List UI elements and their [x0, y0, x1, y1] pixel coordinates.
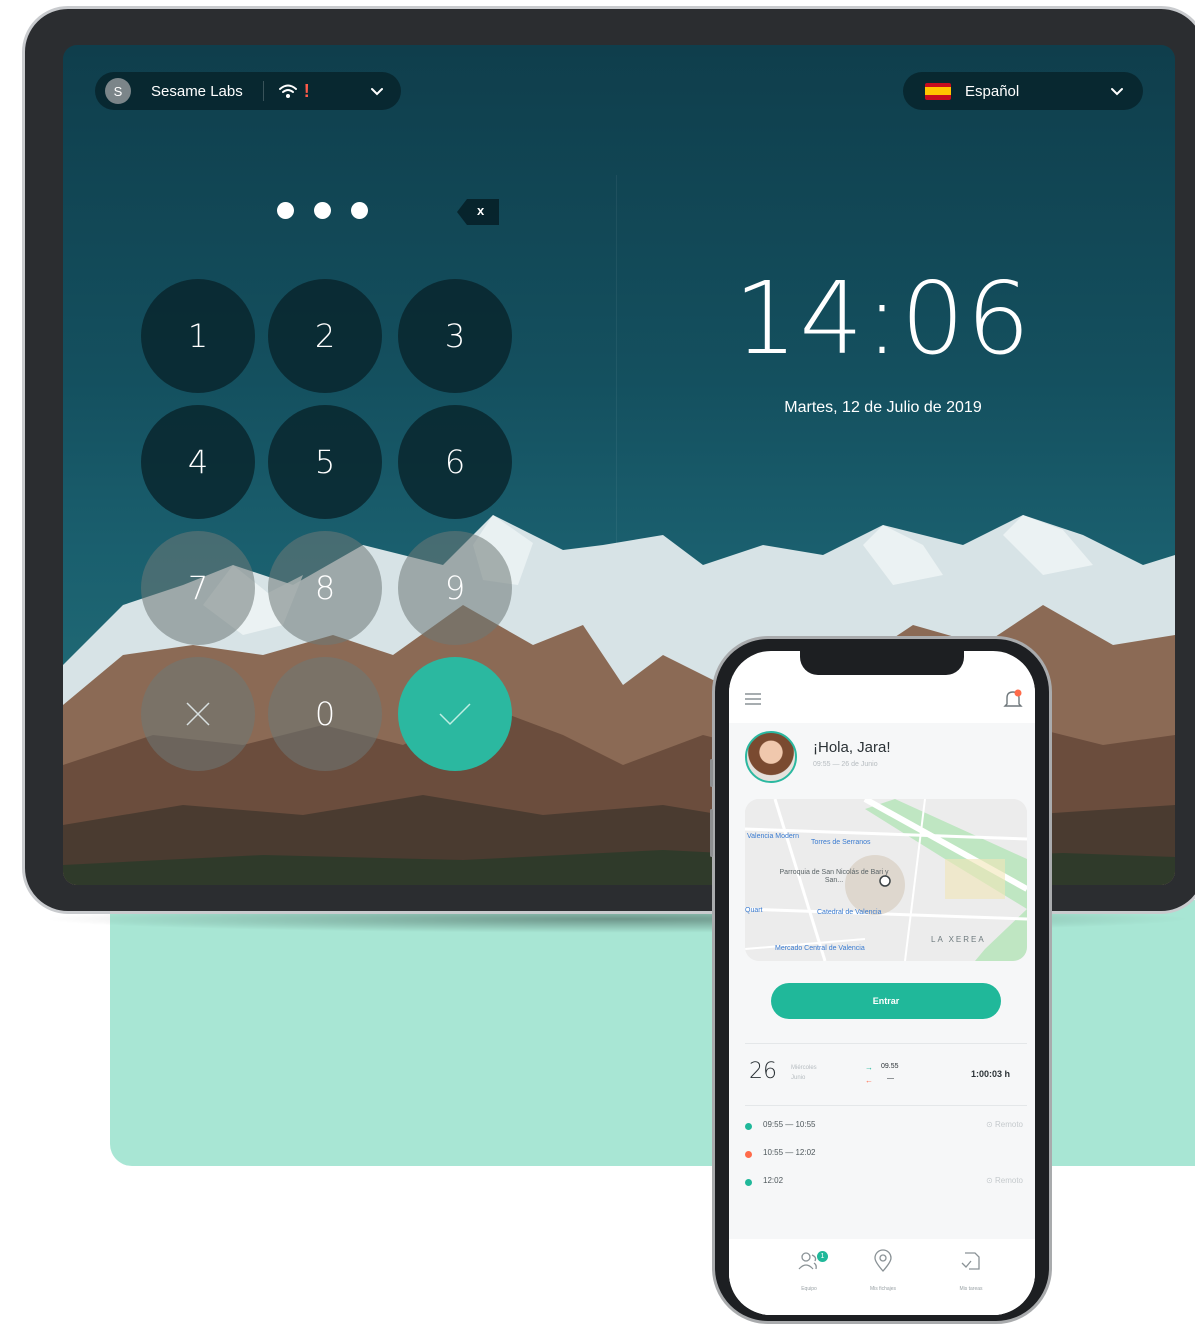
connection-warning: !: [303, 80, 310, 101]
divider: [262, 81, 264, 101]
pin-dot: [314, 202, 331, 219]
bell-icon[interactable]: [1003, 689, 1023, 711]
tab-tasks[interactable]: Mis tareas: [931, 1249, 1011, 1295]
tab-badge: 1: [817, 1251, 828, 1262]
tab-label: Mis fichajes: [869, 1286, 897, 1292]
map-label: Mercado Central de Valencia: [775, 945, 865, 952]
screen-divider: [616, 175, 617, 545]
bottom-tab-bar: 1 Equipo Mis fichajes Mis tareas: [729, 1239, 1035, 1315]
chevron-down-icon: [371, 88, 383, 96]
tab-label: Equipo: [801, 1286, 817, 1292]
pin-indicator: [277, 202, 368, 219]
tasks-icon: [961, 1252, 980, 1270]
keypad-key-9[interactable]: 9: [398, 531, 512, 645]
greeting-row: ¡Hola, Jara! 09:55 — 26 de Junio: [743, 731, 1023, 789]
keypad-key-3[interactable]: 3: [398, 279, 512, 393]
map-label: Parroquia de San Nicolás de Bari y San..…: [779, 869, 889, 884]
status-dot: [745, 1123, 752, 1130]
phone-device: ¡Hola, Jara! 09:55 — 26 de Junio Torres …: [710, 636, 1052, 1324]
keypad-key-8[interactable]: 8: [268, 531, 382, 645]
organization-avatar: S: [105, 78, 131, 104]
day-label: Miércoles Junio: [791, 1063, 817, 1083]
check-icon: [439, 703, 471, 726]
list-item[interactable]: 10:55 — 12:02: [745, 1147, 1027, 1163]
language-selector[interactable]: Español: [903, 72, 1143, 110]
marketing-mockup: S Sesame Labs ! Español x 1 2 3 4 5 6 7 …: [0, 0, 1195, 1324]
location-map[interactable]: Torres de Serranos Parroquia de San Nico…: [745, 799, 1027, 961]
check-out-time: —: [887, 1075, 894, 1082]
phone-screen: ¡Hola, Jara! 09:55 — 26 de Junio Torres …: [729, 651, 1035, 1315]
phone-side-button: [710, 759, 713, 787]
divider: [745, 1105, 1027, 1106]
map-label: LA XEREA: [931, 935, 986, 944]
keypad-key-4[interactable]: 4: [141, 405, 255, 519]
arrow-right-icon: →: [865, 1063, 873, 1072]
app-header: [729, 675, 1035, 723]
map-label: Torres de Serranos: [811, 839, 871, 846]
pin-dot: [277, 202, 294, 219]
clock-time: 14:06: [733, 260, 1033, 377]
keypad-key-2[interactable]: 2: [268, 279, 382, 393]
worked-total: 1:00:03 h: [971, 1069, 1011, 1079]
organization-name: Sesame Labs: [151, 82, 243, 100]
spain-flag-icon: [925, 82, 951, 100]
divider: [745, 1043, 1027, 1044]
language-label: Español: [965, 82, 1020, 100]
user-avatar[interactable]: [745, 731, 797, 783]
keypad-key-6[interactable]: 6: [398, 405, 512, 519]
month-name: Junio: [791, 1075, 806, 1081]
phone-side-button: [710, 809, 713, 857]
backspace-button[interactable]: x: [457, 197, 501, 227]
arrow-left-icon: ←: [865, 1076, 873, 1085]
check-in-time: 09.55: [881, 1063, 899, 1070]
entry-time: 12:02: [763, 1176, 784, 1185]
list-item[interactable]: 09:55 — 10:55 ⊙ Remoto: [745, 1119, 1027, 1135]
keypad-confirm-button[interactable]: [398, 657, 512, 771]
location-pin-icon: [874, 1249, 892, 1272]
greeting-subtitle: 09:55 — 26 de Junio: [813, 761, 878, 768]
backspace-label: x: [477, 203, 485, 218]
keypad-key-0[interactable]: 0: [268, 657, 382, 771]
pin-dot: [351, 202, 368, 219]
day-name: Miércoles: [791, 1065, 817, 1071]
close-icon: [186, 702, 210, 726]
wifi-icon: [278, 84, 297, 98]
list-item[interactable]: 12:02 ⊙ Remoto: [745, 1175, 1027, 1191]
map-label: Catedral de Valencia: [817, 909, 882, 916]
status-dot: [745, 1179, 752, 1186]
entry-time: 10:55 — 12:02: [763, 1148, 816, 1157]
entry-time: 09:55 — 10:55: [763, 1120, 816, 1129]
tab-checkins[interactable]: Mis fichajes: [843, 1249, 923, 1295]
map-label: Quart: [745, 907, 763, 914]
keypad-key-1[interactable]: 1: [141, 279, 255, 393]
hamburger-icon[interactable]: [745, 693, 761, 705]
tab-team[interactable]: 1 Equipo: [769, 1249, 849, 1295]
keypad-clear-button[interactable]: [141, 657, 255, 771]
organization-selector[interactable]: S Sesame Labs !: [95, 72, 401, 110]
keypad-key-7[interactable]: 7: [141, 531, 255, 645]
chevron-down-icon: [1111, 88, 1123, 96]
day-number: 26: [749, 1059, 777, 1084]
clock-date: Martes, 12 de Julio de 2019: [784, 399, 982, 416]
phone-notch: [800, 651, 964, 675]
greeting-title: ¡Hola, Jara!: [813, 739, 891, 756]
entry-location: ⊙ Remoto: [986, 1176, 1023, 1185]
map-label: Valencia Modern: [747, 833, 800, 840]
enter-button[interactable]: Entrar: [771, 983, 1001, 1019]
entry-location: ⊙ Remoto: [986, 1120, 1023, 1129]
status-dot: [745, 1151, 752, 1158]
keypad-key-5[interactable]: 5: [268, 405, 382, 519]
tab-label: Mis tareas: [959, 1286, 983, 1292]
